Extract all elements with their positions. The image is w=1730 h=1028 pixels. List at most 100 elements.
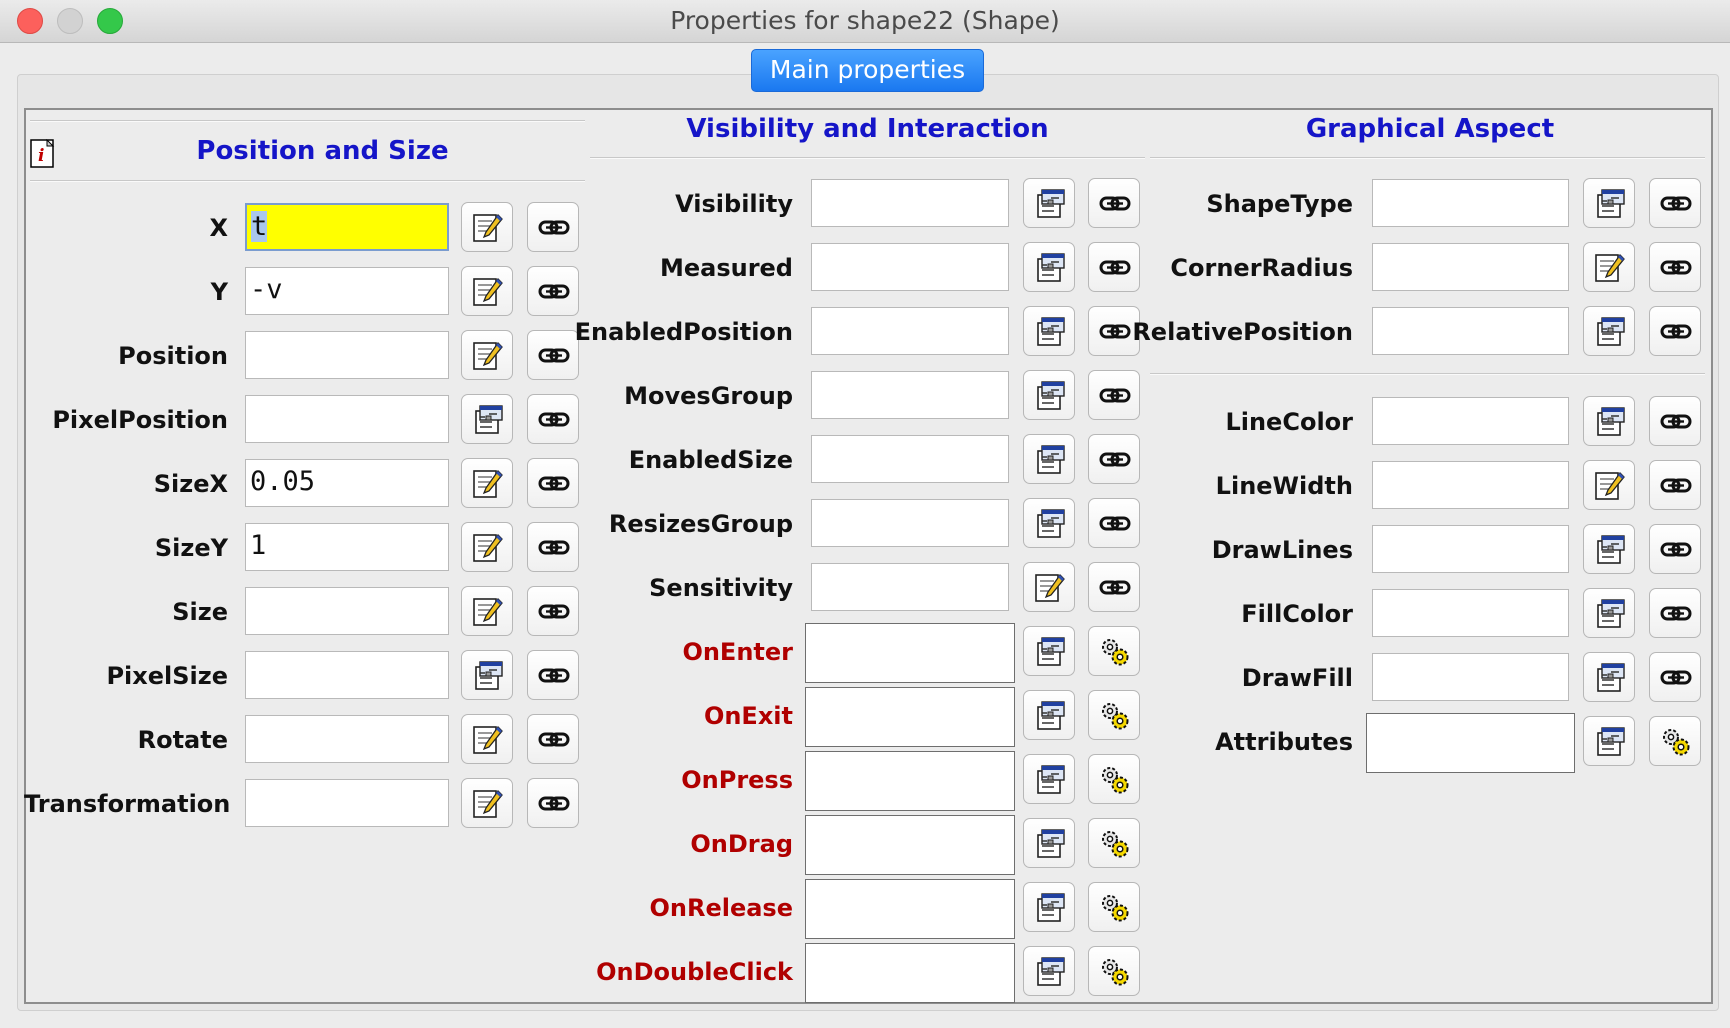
line-color-link-button[interactable]	[1649, 396, 1701, 446]
size-edit-button[interactable]	[461, 586, 513, 636]
visibility-field[interactable]	[811, 179, 1009, 227]
on-double-click-edit-button[interactable]	[1023, 946, 1075, 996]
line-width-edit-button[interactable]	[1583, 460, 1635, 510]
draw-lines-field[interactable]	[1372, 525, 1569, 573]
window-title: Properties for shape22 (Shape)	[670, 6, 1060, 35]
corner-radius-field[interactable]	[1372, 243, 1569, 291]
separator	[30, 180, 585, 182]
position-field[interactable]	[245, 331, 449, 379]
on-exit-field[interactable]	[805, 687, 1015, 747]
on-exit-edit-button[interactable]	[1023, 690, 1075, 740]
on-release-edit-button[interactable]	[1023, 882, 1075, 932]
label-fill-color: FillColor	[1241, 600, 1353, 628]
enabled-size-edit-button[interactable]	[1023, 434, 1075, 484]
line-color-edit-button[interactable]	[1583, 396, 1635, 446]
label-corner-radius: CornerRadius	[1170, 254, 1353, 282]
x-field[interactable]: t	[245, 203, 449, 251]
label-pixel-position: PixelPosition	[52, 406, 228, 434]
on-press-field[interactable]	[805, 751, 1015, 811]
transformation-edit-button[interactable]	[461, 778, 513, 828]
moves-group-edit-button[interactable]	[1023, 370, 1075, 420]
label-on-press: OnPress	[681, 766, 793, 794]
on-release-field[interactable]	[805, 879, 1015, 939]
y-field[interactable]: -v	[245, 267, 449, 315]
corner-radius-edit-button[interactable]	[1583, 242, 1635, 292]
fill-color-edit-button[interactable]	[1583, 588, 1635, 638]
rotate-edit-button[interactable]	[461, 714, 513, 764]
pixel-size-edit-button[interactable]	[461, 650, 513, 700]
info-icon[interactable]: i	[30, 139, 56, 169]
label-y: Y	[210, 278, 228, 306]
label-on-drag: OnDrag	[690, 830, 793, 858]
resizes-group-field[interactable]	[811, 499, 1009, 547]
fill-color-field[interactable]	[1372, 589, 1569, 637]
enabled-size-field[interactable]	[811, 435, 1009, 483]
label-line-color: LineColor	[1225, 408, 1353, 436]
draw-fill-field[interactable]	[1372, 653, 1569, 701]
draw-lines-link-button[interactable]	[1649, 524, 1701, 574]
relative-position-edit-button[interactable]	[1583, 306, 1635, 356]
draw-fill-link-button[interactable]	[1649, 652, 1701, 702]
on-release-action-button[interactable]	[1088, 882, 1140, 932]
section-title-graphical: Graphical Aspect	[1305, 114, 1555, 144]
on-double-click-action-button[interactable]	[1088, 946, 1140, 996]
shape-type-field[interactable]	[1372, 179, 1569, 227]
label-draw-lines: DrawLines	[1211, 536, 1353, 564]
sensitivity-edit-button[interactable]	[1023, 562, 1075, 612]
relative-position-field[interactable]	[1372, 307, 1569, 355]
line-width-field[interactable]	[1372, 461, 1569, 509]
section-title-position: Position and Size	[196, 136, 449, 166]
transformation-field[interactable]	[245, 779, 449, 827]
relative-position-link-button[interactable]	[1649, 306, 1701, 356]
label-attributes: Attributes	[1215, 728, 1353, 756]
size-y-value: 1	[250, 530, 267, 561]
line-width-link-button[interactable]	[1649, 460, 1701, 510]
corner-radius-link-button[interactable]	[1649, 242, 1701, 292]
size-x-edit-button[interactable]	[461, 458, 513, 508]
draw-lines-edit-button[interactable]	[1583, 524, 1635, 574]
on-enter-edit-button[interactable]	[1023, 626, 1075, 676]
on-drag-field[interactable]	[805, 815, 1015, 875]
label-pixel-size: PixelSize	[106, 662, 228, 690]
visibility-edit-button[interactable]	[1023, 178, 1075, 228]
pixel-size-field[interactable]	[245, 651, 449, 699]
enabled-position-edit-button[interactable]	[1023, 306, 1075, 356]
sensitivity-field[interactable]	[811, 563, 1009, 611]
tab-main-properties[interactable]: Main properties	[751, 49, 984, 92]
size-y-field[interactable]: 1	[245, 523, 449, 571]
enabled-position-field[interactable]	[811, 307, 1009, 355]
x-edit-button[interactable]	[461, 202, 513, 252]
resizes-group-edit-button[interactable]	[1023, 498, 1075, 548]
label-rotate: Rotate	[137, 726, 228, 754]
label-shape-type: ShapeType	[1206, 190, 1353, 218]
on-press-edit-button[interactable]	[1023, 754, 1075, 804]
attributes-edit-button[interactable]	[1583, 716, 1635, 766]
pixel-position-edit-button[interactable]	[461, 394, 513, 444]
position-edit-button[interactable]	[461, 330, 513, 380]
size-y-edit-button[interactable]	[461, 522, 513, 572]
fill-color-link-button[interactable]	[1649, 588, 1701, 638]
separator	[1150, 373, 1705, 375]
size-x-field[interactable]: 0.05	[245, 459, 449, 507]
on-double-click-field[interactable]	[805, 943, 1015, 1003]
label-transformation: Transformation	[24, 790, 231, 818]
pixel-position-field[interactable]	[245, 395, 449, 443]
section-title-visibility: Visibility and Interaction	[686, 114, 1049, 144]
size-field[interactable]	[245, 587, 449, 635]
moves-group-field[interactable]	[811, 371, 1009, 419]
y-edit-button[interactable]	[461, 266, 513, 316]
rotate-field[interactable]	[245, 715, 449, 763]
shape-type-link-button[interactable]	[1649, 178, 1701, 228]
line-color-field[interactable]	[1372, 397, 1569, 445]
shape-type-edit-button[interactable]	[1583, 178, 1635, 228]
on-drag-edit-button[interactable]	[1023, 818, 1075, 868]
draw-fill-edit-button[interactable]	[1583, 652, 1635, 702]
measured-edit-button[interactable]	[1023, 242, 1075, 292]
label-enabled-size: EnabledSize	[628, 446, 793, 474]
label-on-enter: OnEnter	[682, 638, 793, 666]
on-drag-action-button[interactable]	[1088, 818, 1140, 868]
measured-field[interactable]	[811, 243, 1009, 291]
on-enter-field[interactable]	[805, 623, 1015, 683]
attributes-field[interactable]	[1366, 713, 1575, 773]
attributes-action-button[interactable]	[1649, 716, 1701, 766]
